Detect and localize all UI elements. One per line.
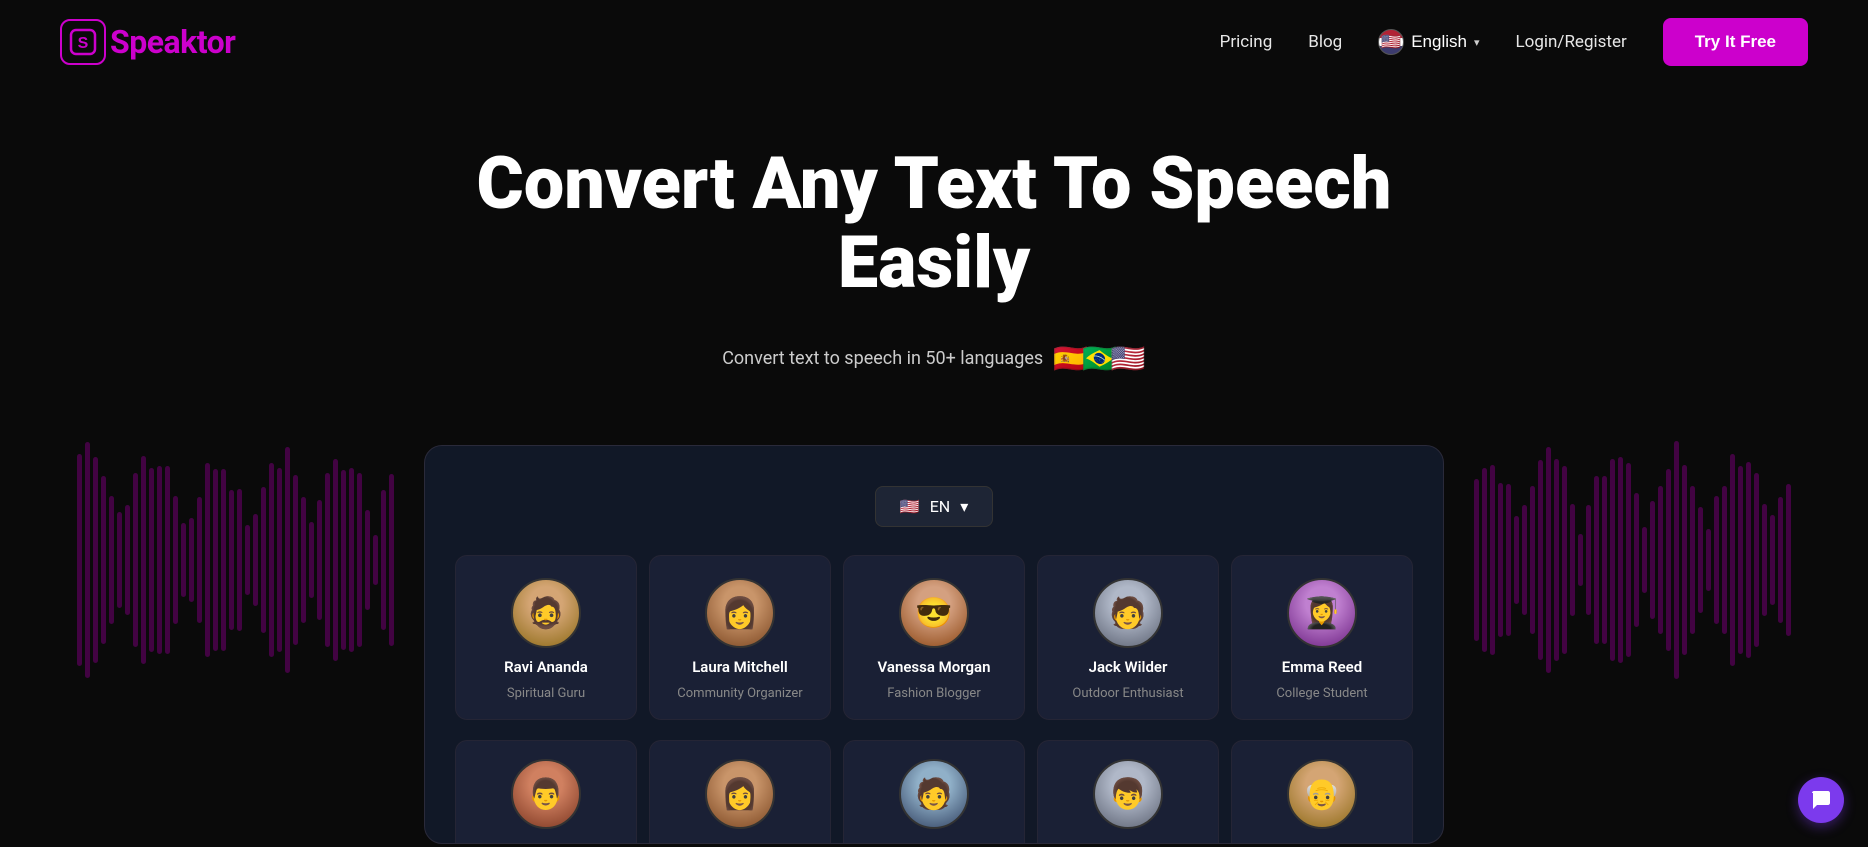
avatar-b1: 👨 xyxy=(511,759,581,829)
voice-role-jack: Outdoor Enthusiast xyxy=(1072,686,1183,701)
avatar-emma: 👩‍🎓 xyxy=(1287,578,1357,648)
chat-bubble-button[interactable] xyxy=(1798,777,1844,823)
demo-panel: 🇺🇸 EN ▾ 🧔 Ravi Ananda Spiritual Guru 👩 L… xyxy=(424,445,1444,844)
chevron-down-icon: ▾ xyxy=(1474,36,1480,49)
avatar-vanessa: 😎 xyxy=(899,578,969,648)
voice-name-vanessa: Vanessa Morgan xyxy=(878,658,991,676)
nav-blog[interactable]: Blog xyxy=(1308,32,1342,52)
voice-card-emma[interactable]: 👩‍🎓 Emma Reed College Student xyxy=(1231,555,1413,720)
nav-login[interactable]: Login/Register xyxy=(1516,32,1627,52)
demo-flag: 🇺🇸 xyxy=(900,497,920,516)
voice-card-b4[interactable]: 👦 xyxy=(1037,740,1219,843)
voice-card-b2[interactable]: 👩 xyxy=(649,740,831,843)
logo-brand: Speaktor xyxy=(110,23,235,61)
logo-icon: S xyxy=(60,19,106,65)
avatar-b3: 🧑 xyxy=(899,759,969,829)
voice-role-emma: College Student xyxy=(1276,686,1367,701)
voice-name-laura: Laura Mitchell xyxy=(692,658,788,676)
voice-cards-row: 🧔 Ravi Ananda Spiritual Guru 👩 Laura Mit… xyxy=(455,555,1413,740)
try-free-button[interactable]: Try It Free xyxy=(1663,18,1808,66)
language-label: English xyxy=(1411,32,1467,52)
voice-name-emma: Emma Reed xyxy=(1282,658,1362,676)
avatar-jack: 🧑 xyxy=(1093,578,1163,648)
voice-name-jack: Jack Wilder xyxy=(1089,658,1168,676)
demo-lang-selector-row: 🇺🇸 EN ▾ xyxy=(455,486,1413,527)
voice-role-ravi: Spiritual Guru xyxy=(507,686,585,701)
avatar-laura: 👩 xyxy=(705,578,775,648)
voice-card-ravi[interactable]: 🧔 Ravi Ananda Spiritual Guru xyxy=(455,555,637,720)
voice-card-b1[interactable]: 👨 xyxy=(455,740,637,843)
voice-role-vanessa: Fashion Blogger xyxy=(887,686,980,701)
voice-card-b3[interactable]: 🧑 xyxy=(843,740,1025,843)
logo: S Speaktor xyxy=(60,19,235,65)
voice-card-laura[interactable]: 👩 Laura Mitchell Community Organizer xyxy=(649,555,831,720)
logo-text: Speaktor xyxy=(110,23,235,61)
avatar-ravi: 🧔 xyxy=(511,578,581,648)
language-selector[interactable]: 🇺🇸 English ▾ xyxy=(1378,29,1479,55)
voice-name-ravi: Ravi Ananda xyxy=(504,658,588,676)
demo-lang-selector[interactable]: 🇺🇸 EN ▾ xyxy=(875,486,993,527)
hero-subtext-row: Convert text to speech in 50+ languages … xyxy=(20,342,1848,375)
language-flags: 🇪🇸 🇧🇷 🇺🇸 xyxy=(1059,342,1146,375)
avatar-b2: 👩 xyxy=(705,759,775,829)
hero-section: Convert Any Text To Speech Easily Conver… xyxy=(0,84,1868,445)
flag-icon: 🇺🇸 xyxy=(1378,29,1404,55)
demo-chevron-icon: ▾ xyxy=(960,497,968,516)
voice-card-b5[interactable]: 👴 xyxy=(1231,740,1413,843)
hero-subtext: Convert text to speech in 50+ languages xyxy=(722,348,1043,369)
hero-headline: Convert Any Text To Speech Easily xyxy=(434,144,1434,302)
nav-pricing[interactable]: Pricing xyxy=(1220,32,1273,52)
demo-lang-code: EN xyxy=(930,497,951,516)
avatar-b4: 👦 xyxy=(1093,759,1163,829)
flag-usa: 🇺🇸 xyxy=(1111,342,1146,375)
voice-card-vanessa[interactable]: 😎 Vanessa Morgan Fashion Blogger xyxy=(843,555,1025,720)
voice-card-jack[interactable]: 🧑 Jack Wilder Outdoor Enthusiast xyxy=(1037,555,1219,720)
svg-text:S: S xyxy=(78,35,89,52)
voice-cards-bottom-row: 👨 👩 🧑 👦 👴 xyxy=(455,740,1413,843)
demo-panel-wrapper: 🇺🇸 EN ▾ 🧔 Ravi Ananda Spiritual Guru 👩 L… xyxy=(0,445,1868,844)
nav-links: Pricing Blog 🇺🇸 English ▾ Login/Register… xyxy=(1220,18,1808,66)
voice-role-laura: Community Organizer xyxy=(677,686,802,701)
navbar: S Speaktor Pricing Blog 🇺🇸 English ▾ Log… xyxy=(0,0,1868,84)
avatar-b5: 👴 xyxy=(1287,759,1357,829)
